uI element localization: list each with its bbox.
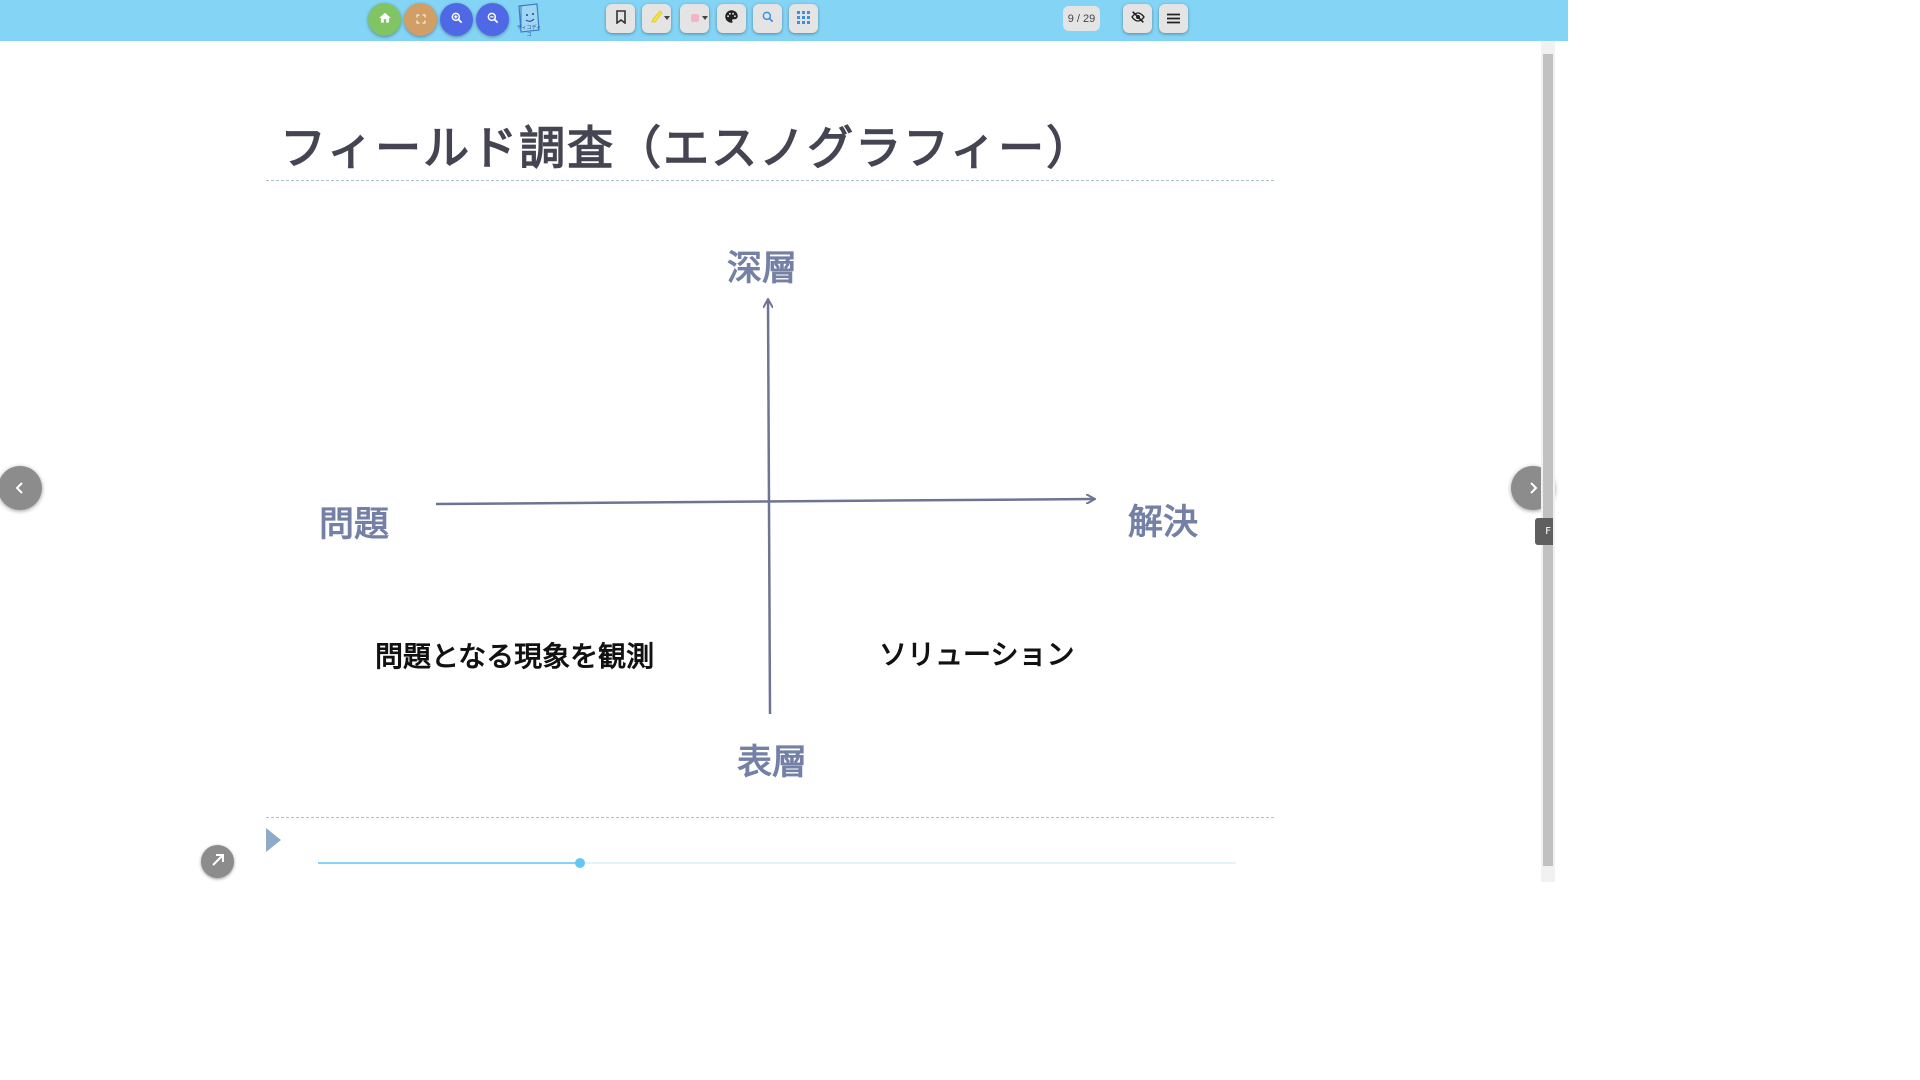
quadrant-bottom-right-text: ソリューション — [879, 638, 1075, 671]
axis-label-right: 解決 — [1128, 502, 1199, 543]
chevron-right-icon — [1527, 479, 1539, 498]
axis-label-top: 深層 — [727, 248, 798, 289]
axis-label-left: 問題 — [319, 504, 390, 545]
prev-slide-button[interactable] — [0, 466, 42, 510]
quadrant-bottom-left-text: 問題となる現象を観測 — [375, 640, 655, 673]
progress-fill — [318, 862, 580, 864]
open-external-button[interactable] — [201, 845, 234, 878]
progress-knob[interactable] — [575, 858, 585, 868]
arrow-up-right-icon — [211, 852, 225, 871]
chevron-left-icon — [14, 479, 26, 498]
scrollbar-thumb[interactable] — [1543, 54, 1553, 866]
horizontal-axis — [435, 499, 1094, 506]
side-panel-tab[interactable]: F — [1535, 518, 1553, 545]
play-icon[interactable] — [266, 828, 281, 852]
vertical-axis — [768, 300, 770, 715]
footer-divider — [266, 817, 1274, 818]
axis-label-bottom: 表層 — [737, 742, 808, 783]
